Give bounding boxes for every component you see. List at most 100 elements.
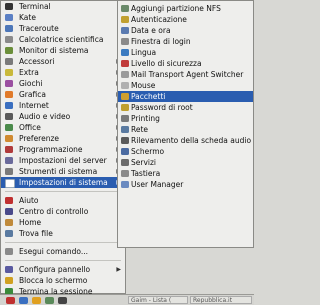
menu-item-extra[interactable]: Extra▶ <box>1 67 125 78</box>
security-level-icon <box>121 60 129 67</box>
menu-item-label: Grafica <box>19 90 46 99</box>
submenu-item-mouse[interactable]: Mouse <box>118 80 253 91</box>
menu-item-terminal[interactable]: Terminal <box>1 1 125 12</box>
menu-item-monitor-di-sistema[interactable]: Monitor di sistema <box>1 45 125 56</box>
submenu-item-rete[interactable]: Rete <box>118 124 253 135</box>
control-center-icon <box>5 208 13 215</box>
lock-screen-icon <box>5 277 13 284</box>
menu-item-strumenti-di-sistema[interactable]: Strumenti di sistema▶ <box>1 166 125 177</box>
menu-item-traceroute[interactable]: Traceroute <box>1 23 125 34</box>
main-menu-icon[interactable] <box>6 297 15 304</box>
submenu-item-livello-di-sicurezza[interactable]: Livello di sicurezza <box>118 58 253 69</box>
internet-icon <box>5 102 13 109</box>
language-icon <box>121 49 129 56</box>
submenu-item-label: Mouse <box>131 81 156 90</box>
menu-item-esegui-comando[interactable]: Esegui comando... <box>1 246 125 257</box>
games-icon <box>5 80 13 87</box>
menu-item-centro-di-controllo[interactable]: Centro di controllo <box>1 206 125 217</box>
menu-item-aiuto[interactable]: Aiuto <box>1 195 125 206</box>
submenu-item-password-di-root[interactable]: Password di root <box>118 102 253 113</box>
menu-item-kate[interactable]: Kate <box>1 12 125 23</box>
multimedia-icon <box>5 113 13 120</box>
graphics-icon <box>5 91 13 98</box>
submenu-item-label: Mail Transport Agent Switcher <box>131 70 244 79</box>
mail-icon <box>121 71 129 78</box>
menu-item-label: Impostazioni del server <box>19 156 107 165</box>
submenu-item-label: Data e ora <box>131 26 171 35</box>
menu-item-blocca-lo-schermo[interactable]: Blocca lo schermo <box>1 275 125 286</box>
help-icon <box>5 197 13 204</box>
menu-item-label: Office <box>19 123 41 132</box>
submenu-item-mail-transport-agent-switcher[interactable]: Mail Transport Agent Switcher <box>118 69 253 80</box>
network-icon <box>121 126 129 133</box>
submenu-item-data-e-ora[interactable]: Data e ora <box>118 25 253 36</box>
configure-panel-icon <box>5 266 13 273</box>
authentication-icon <box>121 16 129 23</box>
menu-item-accessori[interactable]: Accessori▶ <box>1 56 125 67</box>
terminal-icon[interactable] <box>58 297 67 304</box>
files-icon[interactable] <box>45 297 54 304</box>
menu-item-grafica[interactable]: Grafica▶ <box>1 89 125 100</box>
menu-item-trova-file[interactable]: Trova file <box>1 228 125 239</box>
taskbar-window-gaim[interactable]: Gaim - Lista ( <box>128 296 188 304</box>
menu-item-impostazioni-di-sistema[interactable]: Impostazioni di sistema▶ <box>1 177 125 188</box>
menu-item-calcolatrice-scientifica[interactable]: Calcolatrice scientifica <box>1 34 125 45</box>
system-tools-icon <box>5 168 13 175</box>
accessories-icon <box>5 58 13 65</box>
submenu-item-label: Rilevamento della scheda audio <box>131 136 252 145</box>
submenu-item-label: Aggiungi partizione NFS <box>131 4 221 13</box>
date-time-icon <box>121 27 129 34</box>
mail-icon[interactable] <box>32 297 41 304</box>
menu-item-label: Accessori <box>19 57 55 66</box>
menu-item-audio-e-video[interactable]: Audio e video▶ <box>1 111 125 122</box>
main-menu: Terminal Kate Traceroute Calcolatrice scien… <box>0 0 126 296</box>
menu-item-office[interactable]: Office▶ <box>1 122 125 133</box>
office-icon <box>5 124 13 131</box>
submenu-item-label: Printing <box>131 114 160 123</box>
menu-separator <box>5 260 121 261</box>
submenu-item-finestra-di-login[interactable]: Finestra di login <box>118 36 253 47</box>
user-manager-icon <box>121 181 129 188</box>
menu-item-programmazione[interactable]: Programmazione▶ <box>1 144 125 155</box>
menu-item-giochi[interactable]: Giochi▶ <box>1 78 125 89</box>
submenu-item-label: Autenticazione <box>131 15 187 24</box>
submenu-item-user-manager[interactable]: User Manager <box>118 179 253 190</box>
menu-item-label: Blocca lo schermo <box>19 276 88 285</box>
menu-item-label: Esegui comando... <box>19 247 88 256</box>
submenu-item-aggiungi-partizione-nfs[interactable]: Aggiungi partizione NFS <box>118 3 253 14</box>
submenu-item-rilevamento-della-scheda-audio[interactable]: Rilevamento della scheda audio <box>118 135 253 146</box>
nfs-icon <box>121 5 129 12</box>
menu-item-home[interactable]: Home <box>1 217 125 228</box>
kate-icon <box>5 14 13 21</box>
submenu-item-lingua[interactable]: Lingua <box>118 47 253 58</box>
menu-item-label: Trova file <box>19 229 53 238</box>
root-password-icon <box>121 104 129 111</box>
menu-item-label: Kate <box>19 13 36 22</box>
submenu-item-label: Rete <box>131 125 149 134</box>
submenu-item-schermo[interactable]: Schermo <box>118 146 253 157</box>
submenu-item-label: Tastiera <box>131 169 161 178</box>
menu-item-internet[interactable]: Internet▶ <box>1 100 125 111</box>
menu-separator <box>5 191 121 192</box>
menu-item-label: Programmazione <box>19 145 83 154</box>
calculator-icon <box>5 36 13 43</box>
submenu-item-tastiera[interactable]: Tastiera <box>118 168 253 179</box>
browser-icon[interactable] <box>19 297 28 304</box>
submenu-item-label: Pacchetti <box>131 92 166 101</box>
submenu-item-autenticazione[interactable]: Autenticazione <box>118 14 253 25</box>
run-command-icon <box>5 248 13 255</box>
programming-icon <box>5 146 13 153</box>
menu-item-impostazioni-del-server[interactable]: Impostazioni del server▶ <box>1 155 125 166</box>
submenu-item-label: Lingua <box>131 48 157 57</box>
menu-item-label: Calcolatrice scientifica <box>19 35 104 44</box>
menu-item-preferenze[interactable]: Preferenze▶ <box>1 133 125 144</box>
submenu-item-label: User Manager <box>131 180 184 189</box>
mouse-icon <box>121 82 129 89</box>
submenu-item-label: Servizi <box>131 158 157 167</box>
menu-item-label: Audio e video <box>19 112 71 121</box>
menu-item-configura-pannello[interactable]: Configura pannello ▶ <box>1 264 125 275</box>
submenu-item-pacchetti[interactable]: Pacchetti <box>118 91 253 102</box>
taskbar-window-repubblica[interactable]: Repubblica.it <box>190 296 252 304</box>
submenu-item-servizi[interactable]: Servizi <box>118 157 253 168</box>
submenu-item-printing[interactable]: Printing <box>118 113 253 124</box>
